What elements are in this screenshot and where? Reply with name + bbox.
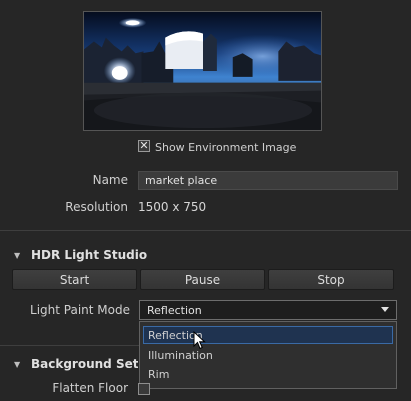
stop-button[interactable]: Stop (268, 269, 394, 290)
light-paint-mode-dropdown: Reflection Illumination Rim (139, 321, 397, 389)
flatten-floor-label: Flatten Floor (52, 381, 128, 395)
checkmark-icon: ✕ (139, 139, 149, 152)
start-button[interactable]: Start (12, 269, 137, 290)
resolution-label: Resolution (65, 200, 128, 214)
dropdown-option-rim[interactable]: Rim (148, 368, 169, 381)
section-divider-2 (0, 345, 139, 346)
flatten-floor-checkbox[interactable] (138, 383, 150, 395)
environment-preview-image (83, 11, 322, 131)
background-section-title[interactable]: Background Settings (31, 357, 138, 371)
pause-button[interactable]: Pause (140, 269, 265, 290)
triangle-down-icon[interactable]: ▼ (14, 251, 20, 260)
show-environment-label: Show Environment Image (155, 141, 297, 154)
background-section-title-clip: Background Settings (31, 357, 138, 371)
chevron-down-icon (381, 307, 389, 312)
hdr-section-title[interactable]: HDR Light Studio (31, 248, 147, 262)
resolution-value: 1500 x 750 (138, 200, 207, 214)
triangle-down-icon-2[interactable]: ▼ (14, 360, 20, 369)
name-field[interactable] (138, 171, 398, 190)
section-divider (0, 230, 411, 231)
light-paint-mode-select[interactable]: Reflection (139, 300, 397, 320)
mouse-cursor-icon (193, 331, 206, 350)
light-paint-mode-value: Reflection (147, 303, 202, 317)
show-environment-checkbox[interactable]: ✕ (138, 140, 150, 152)
light-paint-mode-label: Light Paint Mode (30, 303, 130, 317)
name-label: Name (92, 173, 128, 187)
